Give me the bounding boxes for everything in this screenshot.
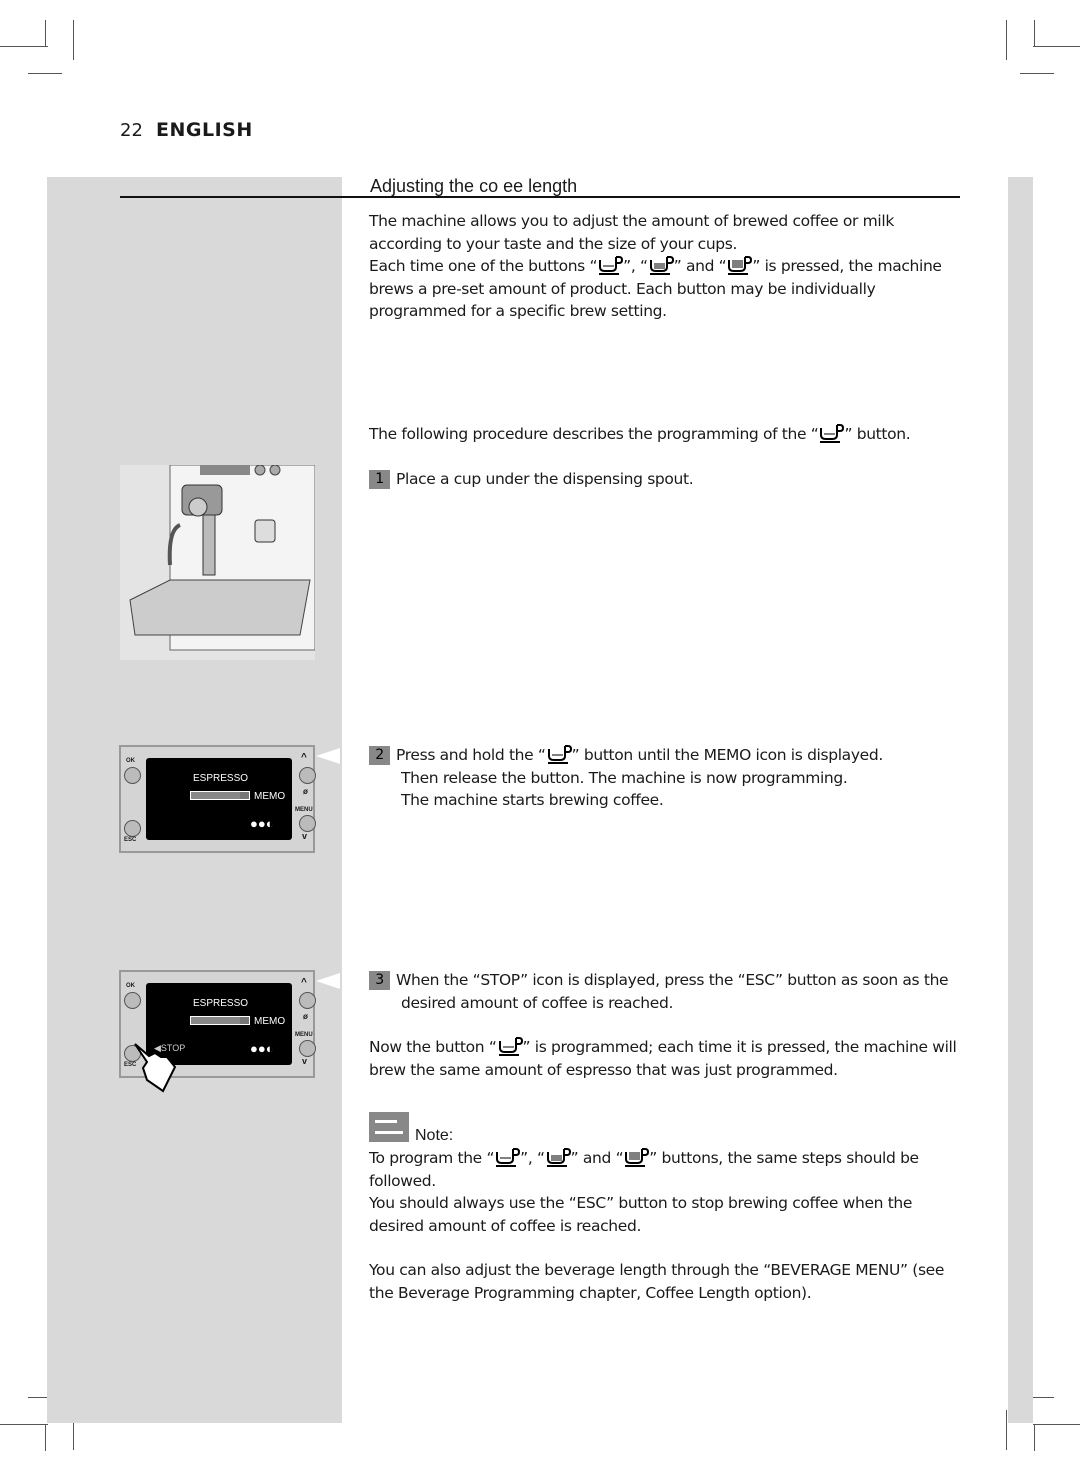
page-number: 22 — [120, 120, 143, 141]
espresso-cup-icon — [820, 424, 845, 443]
menu-label: MENU — [295, 807, 313, 813]
note-text: To program the “”, “” and “” buttons, th… — [369, 1147, 964, 1237]
lcd-screen: ESPRESSO MEMO ●●◐ — [146, 758, 292, 840]
coffee-cup-icon — [546, 1148, 571, 1167]
language-heading: ENGLISH — [156, 119, 253, 141]
coffee-machine-illustration — [120, 464, 316, 660]
ok-button[interactable] — [124, 992, 141, 1009]
intro-paragraph-2: Each time one of the buttons “ ”, “ ” and … — [369, 255, 964, 323]
crop-mark — [1034, 1425, 1035, 1451]
callout-pointer — [316, 748, 340, 764]
coffee-beans-icon: ●●◐ — [250, 816, 274, 831]
text: Each time one of the buttons “ — [369, 257, 598, 275]
progress-fill — [191, 1017, 241, 1024]
step-2: 2 Press and hold the “ ” button until the … — [369, 744, 964, 812]
memo-progress-bar — [190, 791, 250, 800]
crop-mark — [45, 1425, 46, 1451]
long-coffee-cup-icon — [728, 256, 753, 275]
ok-label: OK — [126, 983, 135, 989]
espresso-cup-icon — [599, 256, 624, 275]
memo-label: MEMO — [254, 791, 286, 802]
esc-button[interactable] — [124, 820, 141, 837]
up-button[interactable] — [299, 767, 316, 784]
intro-text: The machine allows you to adjust the amo… — [369, 210, 964, 323]
up-button[interactable] — [299, 992, 316, 1009]
espresso-cup-icon — [498, 1037, 523, 1056]
ok-label: OK — [126, 758, 135, 764]
step-text: Then release the button. The machine is … — [401, 768, 848, 787]
espresso-cup-icon — [496, 1148, 521, 1167]
text: Press and hold the “ — [396, 746, 546, 764]
text: ” button until the MEMO icon is displaye… — [571, 746, 884, 764]
long-coffee-cup-icon — [625, 1148, 650, 1167]
crop-mark — [1034, 20, 1035, 46]
step-text: The machine starts brewing coffee. — [401, 791, 664, 809]
crop-mark — [73, 20, 74, 60]
note-icon — [369, 1112, 409, 1142]
manual-page: 22 ENGLISH Adjusting the co ee length Th… — [0, 0, 1080, 1471]
down-arrow-icon: v — [302, 831, 308, 841]
step-1: 1 Place a cup under the dispensing spout. — [369, 468, 964, 491]
beverage-name: ESPRESSO — [193, 773, 249, 784]
section-title: Adjusting the co ee length — [370, 176, 578, 196]
aroma-icon: ø — [303, 787, 308, 796]
up-arrow-icon: ^ — [301, 977, 307, 988]
pointing-hand-icon — [134, 1043, 177, 1093]
step-text: When the “STOP” icon is displayed, press… — [396, 971, 949, 1012]
text: ”, “ — [520, 1149, 545, 1167]
menu-down-button[interactable] — [299, 815, 316, 832]
callout-pointer — [316, 973, 340, 989]
ok-button[interactable] — [124, 767, 141, 784]
note-label: Note: — [415, 1127, 454, 1144]
menu-label: MENU — [295, 1032, 313, 1038]
step-number: 2 — [369, 746, 390, 765]
beverage-name: ESPRESSO — [193, 998, 249, 1009]
programmed-text: Now the button “” is programmed; each ti… — [369, 1036, 964, 1081]
crop-mark — [1033, 46, 1080, 47]
intro-paragraph-1: The machine allows you to adjust the amo… — [369, 212, 894, 253]
text: Now the button “ — [369, 1038, 497, 1056]
text: To program the “ — [369, 1149, 495, 1167]
coffee-beans-icon: ●●◐ — [250, 1041, 274, 1056]
crop-mark — [0, 1424, 48, 1425]
text: ” and “ — [570, 1149, 624, 1167]
title-rule — [120, 196, 960, 198]
aroma-icon: ø — [303, 1012, 308, 1021]
progress-fill — [191, 792, 241, 799]
crop-mark — [28, 73, 62, 74]
text: ” button. — [844, 425, 911, 443]
step-number: 3 — [369, 971, 390, 990]
crop-mark — [1020, 73, 1054, 74]
crop-mark — [1006, 1410, 1007, 1450]
up-arrow-icon: ^ — [301, 752, 307, 763]
control-panel-display-stop: OK ESC ^ ø MENU v ESPRESSO MEMO ◀STOP ●●… — [119, 970, 316, 1093]
note-paragraph-2: You should always use the “ESC” button t… — [369, 1194, 913, 1235]
crop-mark — [1006, 20, 1007, 60]
crop-mark — [0, 46, 48, 47]
coffee-cup-icon — [649, 256, 674, 275]
text: The following procedure describes the pr… — [369, 425, 819, 443]
memo-label: MEMO — [254, 1016, 286, 1027]
esc-label: ESC — [124, 837, 137, 843]
down-arrow-icon: v — [302, 1056, 308, 1066]
footer-text: You can also adjust the beverage length … — [369, 1261, 945, 1302]
procedure-text: The following procedure describes the pr… — [369, 423, 964, 446]
right-edge-band — [1008, 177, 1033, 1423]
crop-mark — [45, 20, 46, 46]
crop-mark — [1033, 1424, 1080, 1425]
step-3: 3 When the “STOP” icon is displayed, pres… — [369, 969, 964, 1014]
memo-progress-bar — [190, 1016, 250, 1025]
text: ”, “ — [623, 257, 648, 275]
step-text: Place a cup under the dispensing spout. — [396, 470, 694, 488]
text: ” and “ — [673, 257, 727, 275]
menu-down-button[interactable] — [299, 1040, 316, 1057]
espresso-cup-icon — [547, 745, 572, 764]
step-number: 1 — [369, 470, 390, 489]
control-panel-display-memo: OK ESC ^ ø MENU v ESPRESSO MEMO ●●◐ — [119, 745, 316, 853]
